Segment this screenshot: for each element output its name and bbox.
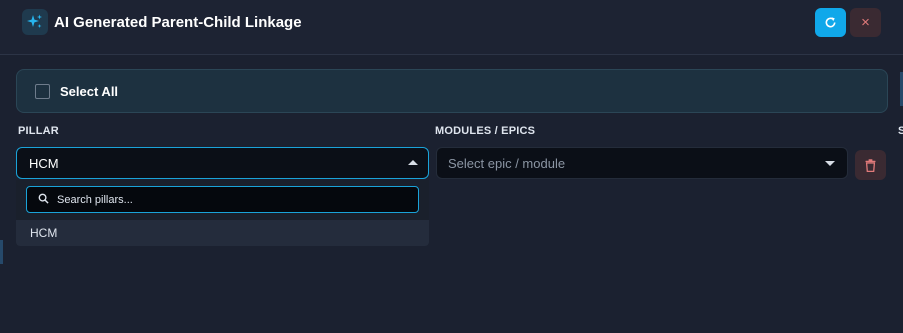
select-all-label: Select All	[60, 84, 119, 99]
trash-icon	[865, 158, 876, 172]
pillar-select[interactable]: HCM	[16, 147, 429, 179]
pillar-search-input[interactable]	[57, 191, 407, 208]
cut-off-column-label: S	[898, 125, 903, 137]
pillar-column-label: PILLAR	[18, 125, 59, 137]
select-all-row[interactable]: Select All	[16, 69, 888, 113]
pillar-option-hcm[interactable]: HCM	[16, 220, 429, 246]
pillar-option-label: HCM	[30, 226, 58, 240]
background-edge-accent-left	[0, 240, 3, 264]
epic-module-select[interactable]: Select epic / module	[436, 147, 848, 179]
caret-down-icon	[825, 161, 835, 166]
refresh-button[interactable]	[815, 8, 846, 37]
pillar-search-box[interactable]	[26, 186, 419, 213]
modal-header: AI Generated Parent-Child Linkage ×	[0, 0, 903, 55]
close-button[interactable]: ×	[850, 8, 881, 37]
sparkle-icon	[22, 9, 48, 35]
close-icon: ×	[861, 14, 870, 31]
search-icon	[38, 193, 49, 204]
pillar-selected-value: HCM	[29, 156, 59, 171]
pillar-dropdown: HCM	[16, 180, 429, 246]
caret-up-icon	[408, 160, 418, 165]
modal-title: AI Generated Parent-Child Linkage	[54, 14, 302, 31]
select-all-checkbox[interactable]	[35, 84, 50, 99]
epic-select-placeholder: Select epic / module	[448, 156, 566, 171]
delete-row-button[interactable]	[855, 150, 886, 180]
refresh-icon	[825, 17, 836, 28]
modules-column-label: MODULES / EPICS	[435, 125, 536, 137]
